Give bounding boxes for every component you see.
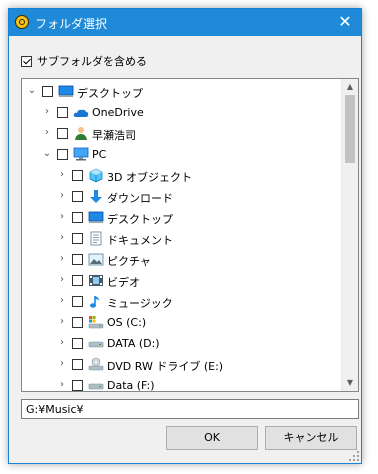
app-icon [15,15,29,29]
expand-chevron-icon[interactable]: › [57,316,67,328]
scroll-up-button[interactable]: ▲ [342,79,358,95]
expand-chevron-icon[interactable]: › [42,127,52,139]
include-subfolders-checkbox[interactable]: サブフォルダを含める [21,53,147,69]
tree-item-label: ダウンロード [107,192,173,205]
tree-item[interactable]: › ドキュメント [22,228,342,249]
tree-item-label: ミュージック [107,297,173,310]
tree-item-checkbox[interactable] [72,275,83,286]
tree-item-checkbox[interactable] [72,191,83,202]
tree-item-checkbox[interactable] [72,170,83,181]
tree-item[interactable]: › OS (C:) [22,312,342,333]
expand-chevron-icon[interactable]: › [57,295,67,307]
window-title: フォルダ選択 [35,17,108,31]
tree-item-checkbox[interactable] [72,380,83,391]
tree-item-label: 3D オブジェクト [107,171,192,184]
tree-item-checkbox[interactable] [57,128,68,139]
collapse-chevron-icon[interactable]: ⌄ [27,85,37,97]
3d-objects-icon [88,168,104,183]
scroll-down-button[interactable]: ▼ [342,375,358,391]
tree-item[interactable]: › DVD RW ドライブ (E:) [22,354,342,375]
desktop-icon [58,84,74,99]
expand-chevron-icon[interactable]: › [42,106,52,118]
expand-chevron-icon[interactable]: › [57,379,67,391]
folder-select-dialog: フォルダ選択 ✕ サブフォルダを含める ⌄ デスクトップ › OneDrive › 早瀬浩… [8,8,362,464]
tree-item-label: ピクチャ [107,255,151,268]
user-folder-icon [73,126,89,141]
desktop-icon [88,210,104,225]
tree-scrollbar[interactable]: ▲ ▼ [341,79,358,391]
drive-icon [88,336,104,351]
tree-item-checkbox[interactable] [72,296,83,307]
tree-item-label: OS (C:) [107,316,147,329]
videos-icon [88,273,104,288]
ok-button[interactable]: OK [166,426,258,450]
pc-icon [73,147,89,162]
downloads-icon [88,189,104,204]
drive-icon [88,378,104,391]
tree-item-checkbox[interactable] [42,86,53,97]
tree-item[interactable]: › ピクチャ [22,249,342,270]
tree-item[interactable]: › 3D オブジェクト [22,165,342,186]
tree-item-checkbox[interactable] [72,317,83,328]
expand-chevron-icon[interactable]: › [57,253,67,265]
folder-tree[interactable]: ⌄ デスクトップ › OneDrive › 早瀬浩司 ⌄ PC › 3D オブジェクト › ダウンロー… [21,78,359,392]
tree-item[interactable]: ⌄ PC [22,144,342,165]
tree-item-checkbox[interactable] [72,212,83,223]
tree-item-label: Data (F:) [107,379,155,392]
cancel-button[interactable]: キャンセル [265,426,357,450]
tree-item-checkbox[interactable] [57,149,68,160]
tree-item-checkbox[interactable] [72,359,83,370]
tree-item-label: DATA (D:) [107,337,160,350]
tree-item-label: ビデオ [107,276,140,289]
tree-item-checkbox[interactable] [72,254,83,265]
path-field[interactable]: G:¥Music¥ [21,399,359,419]
onedrive-cloud-icon [73,105,89,120]
tree-item[interactable]: ⌄ デスクトップ [22,81,342,102]
os-drive-icon [88,315,104,330]
music-icon [88,294,104,309]
close-button[interactable]: ✕ [335,12,355,32]
tree-item[interactable]: › ミュージック [22,291,342,312]
tree-item[interactable]: › ビデオ [22,270,342,291]
scroll-thumb[interactable] [345,95,355,163]
expand-chevron-icon[interactable]: › [57,190,67,202]
tree-item-label: デスクトップ [107,213,173,226]
tree-item-label: デスクトップ [77,87,143,100]
documents-icon [88,231,104,246]
dvd-drive-icon [88,357,104,372]
tree-item-label: ドキュメント [107,234,173,247]
tree-item[interactable]: › 早瀬浩司 [22,123,342,144]
expand-chevron-icon[interactable]: › [57,232,67,244]
tree-item-checkbox[interactable] [72,338,83,349]
tree-item-label: OneDrive [92,106,144,119]
tree-item-checkbox[interactable] [57,107,68,118]
tree-item-label: 早瀬浩司 [92,129,136,142]
tree-item[interactable]: › デスクトップ [22,207,342,228]
collapse-chevron-icon[interactable]: ⌄ [42,148,52,160]
resize-grip-icon[interactable] [349,451,359,461]
expand-chevron-icon[interactable]: › [57,337,67,349]
expand-chevron-icon[interactable]: › [57,169,67,181]
title-bar[interactable]: フォルダ選択 ✕ [9,9,361,36]
expand-chevron-icon[interactable]: › [57,274,67,286]
tree-item[interactable]: › OneDrive [22,102,342,123]
tree-item-label: DVD RW ドライブ (E:) [107,360,224,373]
include-subfolders-check-icon[interactable] [21,55,32,67]
tree-item[interactable]: › ダウンロード [22,186,342,207]
tree-item-label: PC [92,148,107,161]
tree-item[interactable]: › DATA (D:) [22,333,342,354]
pictures-icon [88,252,104,267]
include-subfolders-label: サブフォルダを含める [37,55,147,68]
expand-chevron-icon[interactable]: › [57,358,67,370]
expand-chevron-icon[interactable]: › [57,211,67,223]
tree-item[interactable]: › Data (F:) [22,375,342,392]
tree-item-checkbox[interactable] [72,233,83,244]
